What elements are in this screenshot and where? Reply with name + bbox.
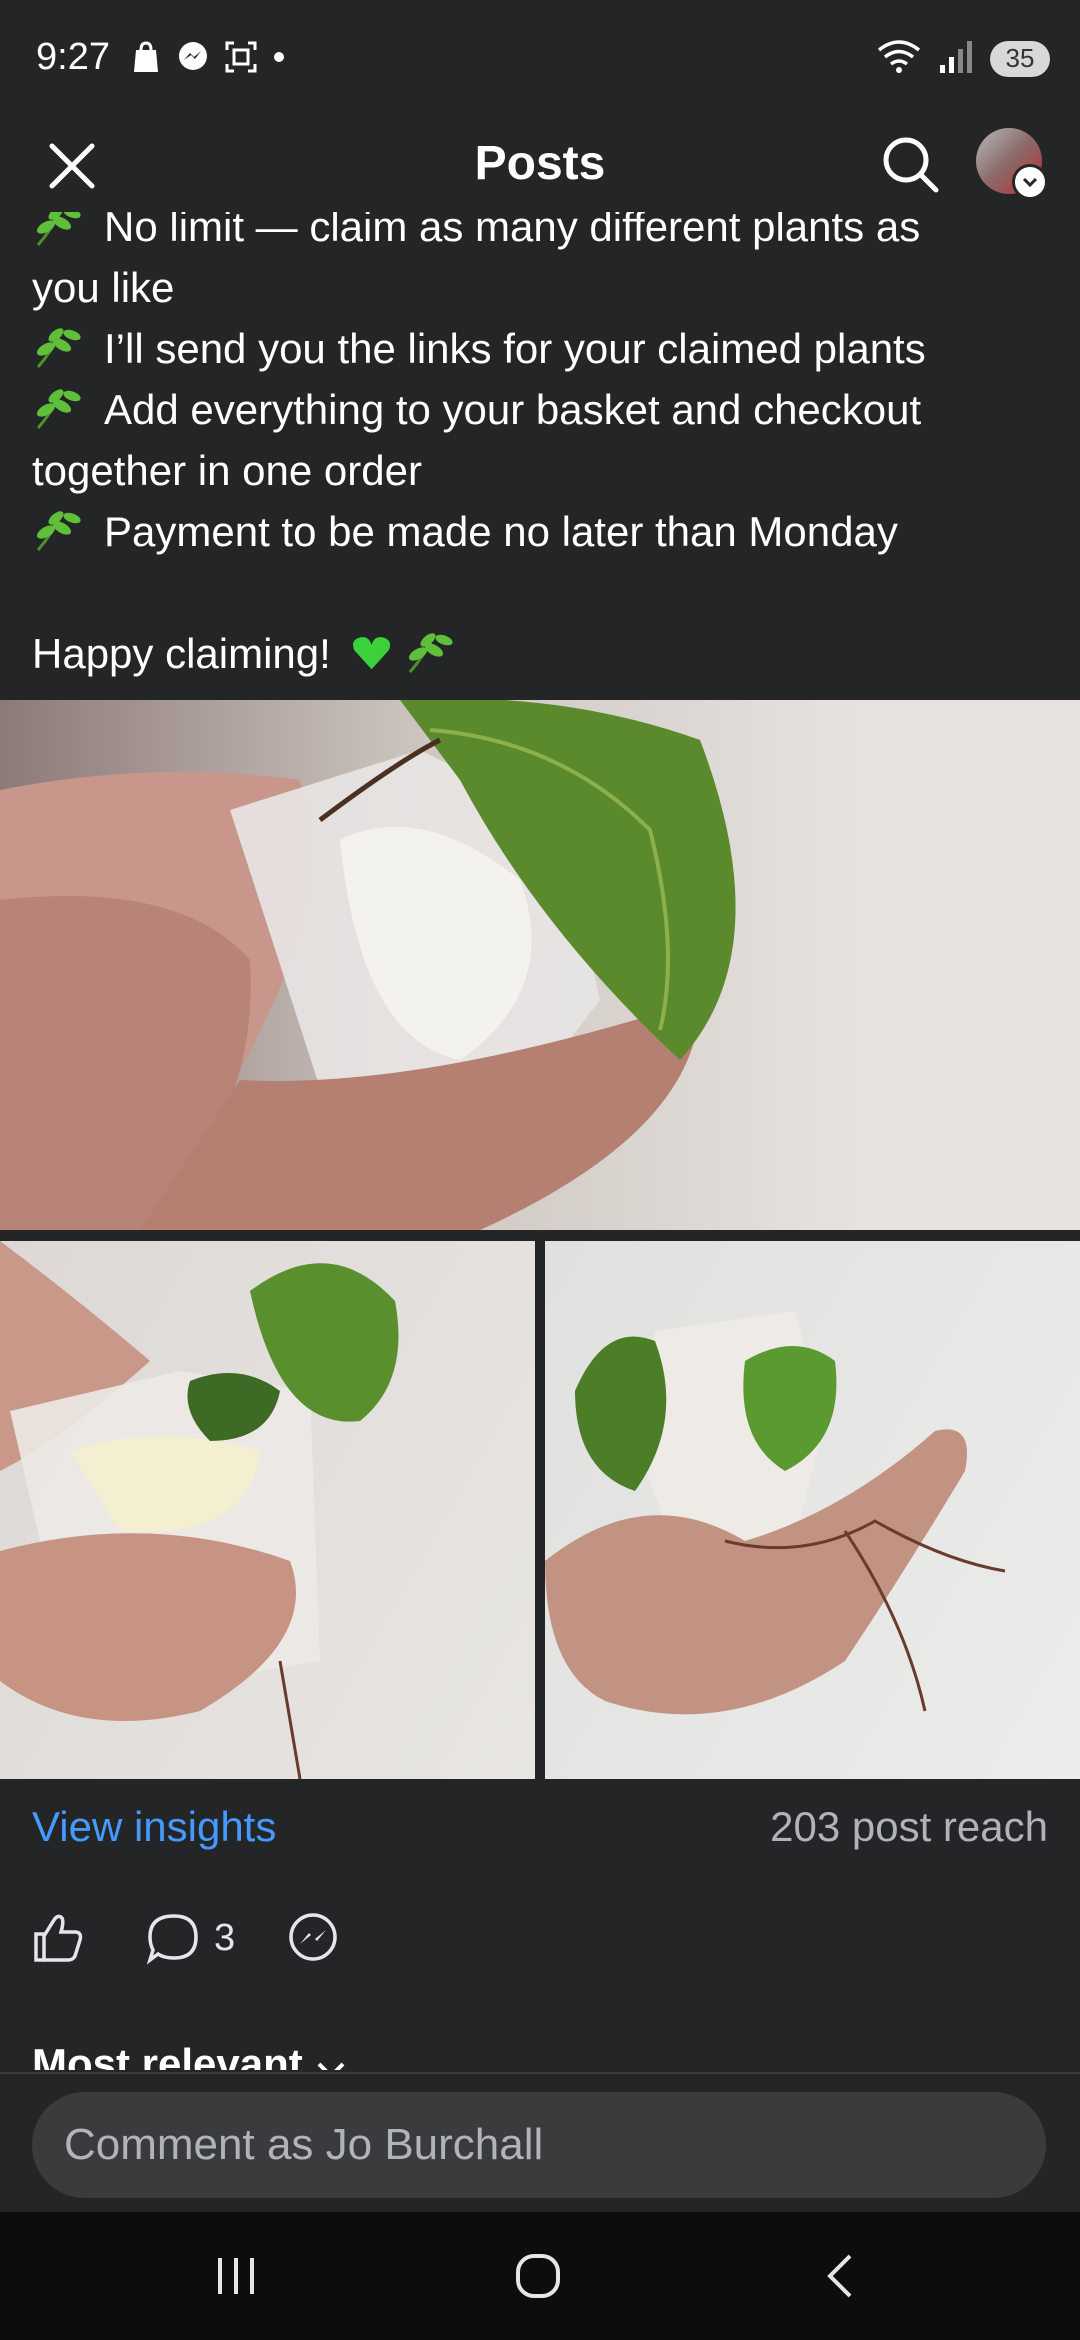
search-button[interactable] [878,132,942,196]
thumbs-up-icon [34,1914,83,1962]
messenger-icon [289,1913,337,1961]
back-icon [827,2254,852,2298]
sort-label: Most relevant [32,2040,303,2070]
comment-placeholder: Comment as Jo Burchall [64,2120,544,2169]
home-icon [516,2254,560,2298]
herb-emoji-icon [36,389,81,429]
status-left-icons [130,40,286,79]
post-line-text: you like [32,264,175,311]
comment-button[interactable] [146,1910,202,1966]
comment-input[interactable]: Comment as Jo Burchall [32,2092,1046,2198]
dot-icon [272,50,286,69]
send-messenger-button[interactable] [285,1910,341,1966]
comment-sort-dropdown[interactable]: Most relevant [32,2040,348,2070]
plant-photo-image [545,1311,1006,1715]
post-reach: 203 post reach [770,1803,1048,1850]
recent-apps-button[interactable] [206,2250,266,2302]
herb-emoji-icon [36,511,81,551]
status-right-icons: 35 [876,38,1050,79]
messenger-icon [176,40,210,79]
search-icon [883,137,939,193]
post-line [32,562,1052,623]
like-button[interactable] [30,1910,86,1966]
wifi-icon [876,38,922,79]
status-time: 9:27 [36,36,110,78]
post-line-text: Add everything to your basket and checko… [104,386,922,433]
comment-composer: Comment as Jo Burchall [0,2072,1080,2214]
post-line: you like [32,257,1052,318]
comment-count[interactable]: 3 [214,1917,235,1960]
signal-icon [938,39,974,78]
post-line-text: Payment to be made no later than Monday [104,508,898,555]
status-bar: 9:27 35 [0,0,1080,120]
post-line: I’ll send you the links for your claimed… [32,318,1052,379]
post-actions: 3 [30,1910,341,1966]
post-line: Payment to be made no later than Monday [32,501,1052,562]
app-header: Posts [0,120,1080,212]
post-photo-1[interactable] [0,700,1080,1230]
post-photo-3[interactable] [545,1241,1080,1779]
post-line-text: I’ll send you the links for your claimed… [104,325,926,372]
comment-icon [146,1914,198,1965]
green-heart-emoji-icon [353,637,391,670]
herb-emoji-icon [409,633,454,673]
plant-photo-image [0,700,736,1230]
chevron-down-icon [1012,164,1048,200]
back-button[interactable] [812,2250,872,2302]
post-line: Happy claiming! [32,623,1052,684]
plant-photo-image [0,1241,399,1779]
post-line: Add everything to your basket and checko… [32,379,1052,440]
post-body: No limit — claim as many different plant… [32,196,1052,684]
recent-apps-icon [218,2258,254,2294]
shop-icon [130,40,162,79]
post-line: together in one order [32,440,1052,501]
herb-emoji-icon [36,328,81,368]
battery-indicator: 35 [990,40,1050,77]
system-nav-bar [0,2212,1080,2340]
post-line-text: Happy claiming! [32,630,331,677]
avatar[interactable] [976,128,1048,200]
post-line-text: together in one order [32,447,422,494]
home-button[interactable] [508,2250,568,2302]
post-photo-2[interactable] [0,1241,535,1779]
view-insights-link[interactable]: View insights [32,1803,276,1851]
screenshot-icon [224,40,258,79]
chevron-down-icon [318,2062,345,2070]
